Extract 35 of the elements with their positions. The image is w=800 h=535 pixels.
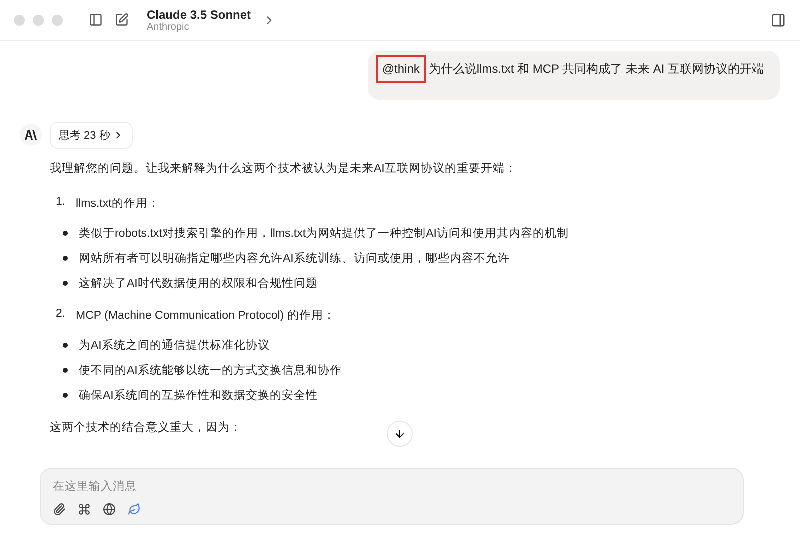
list-number: 2.: [56, 308, 67, 322]
list-heading: MCP (Machine Communication Protocol) 的作用：: [76, 309, 336, 323]
side-panel-icon[interactable]: [771, 12, 786, 28]
bullet-text: 为AI系统之间的通信提供标准化协议: [79, 338, 270, 353]
command-icon[interactable]: [78, 503, 91, 516]
bullet-icon: [63, 368, 68, 373]
mention-tag: @think: [376, 55, 426, 83]
list-heading: llms.txt的作用：: [76, 197, 160, 211]
new-chat-icon[interactable]: [115, 13, 129, 27]
arrow-down-icon: [394, 428, 406, 440]
bullet-text: 确保AI系统间的互操作性和数据交换的安全性: [79, 388, 318, 403]
list-number: 1.: [56, 196, 67, 210]
model-name: Claude 3.5 Sonnet: [147, 8, 252, 22]
bullet-text: 使不同的AI系统能够以统一的方式交换信息和协作: [79, 363, 342, 378]
bullet-icon: [63, 343, 68, 348]
bullet-icon: [63, 393, 68, 398]
message-input[interactable]: 在这里输入消息: [53, 477, 731, 497]
sidebar-icon[interactable]: [89, 13, 103, 27]
bullet-text: 类似于robots.txt对搜索引擎的作用，llms.txt为网站提供了一种控制AI访问和使用其内容的机制: [79, 226, 569, 241]
bullet-text: 网站所有者可以明确指定哪些内容允许AI系统训练、访问或使用，哪些内容不允许: [79, 251, 510, 266]
model-provider: Anthropic: [147, 22, 190, 32]
leaf-icon[interactable]: [128, 503, 141, 516]
globe-icon[interactable]: [103, 503, 116, 516]
logo: [25, 130, 37, 140]
response-paragraph: 这两个技术的结合意义重大，因为：: [50, 420, 242, 435]
bullet-icon: [63, 281, 68, 286]
paperclip-icon[interactable]: [53, 503, 66, 516]
response-paragraph: 我理解您的问题。让我来解释为什么这两个技术被认为是未来AI互联网协议的重要开端：: [50, 161, 517, 176]
scroll-down-button[interactable]: [387, 421, 413, 447]
thinking-button[interactable]: 思考 23 秒: [50, 122, 134, 149]
message-text: 为什么说llms.txt 和 MCP 共同构成了 未来 AI 互联网协议的开端: [428, 62, 764, 76]
bullet-text: 这解决了AI时代数据使用的权限和合规性问题: [79, 276, 318, 291]
message-composer[interactable]: 在这里输入消息: [40, 468, 744, 525]
bullet-icon: [63, 256, 68, 261]
bullet-icon: [63, 231, 68, 236]
